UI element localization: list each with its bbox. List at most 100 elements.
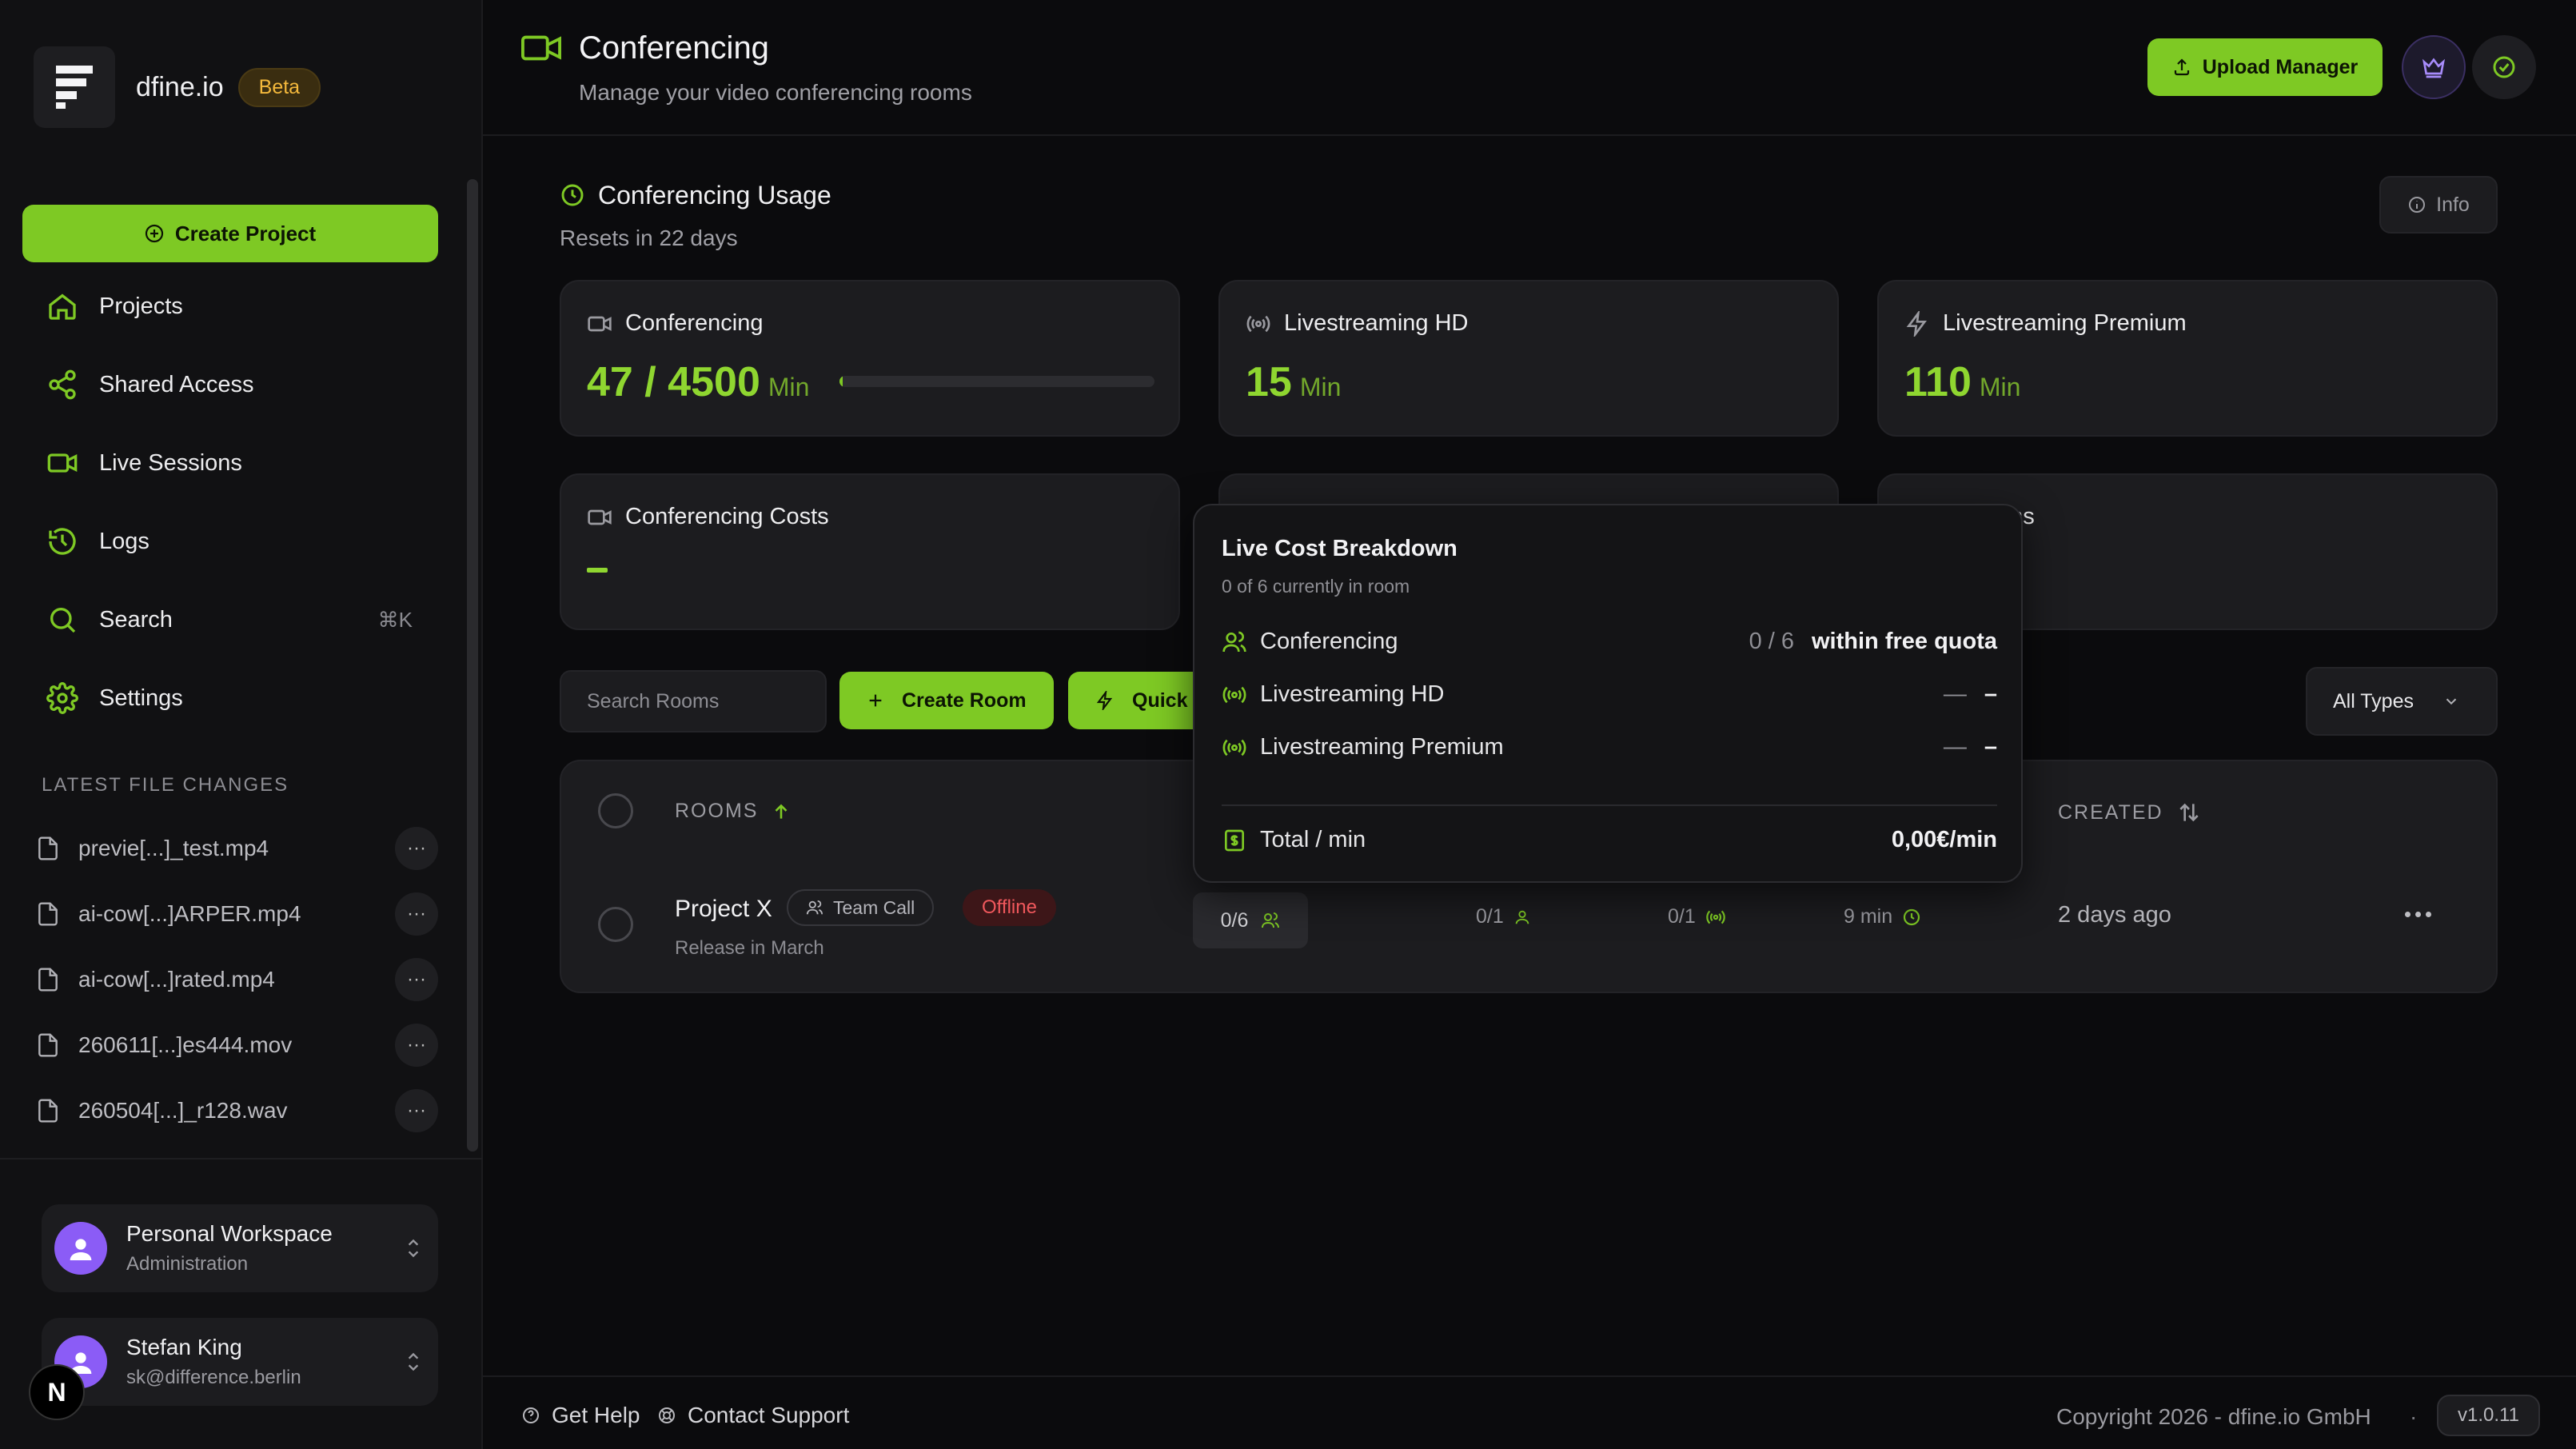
page-subtitle: Manage your video conferencing rooms: [579, 80, 972, 105]
info-label: Info: [2436, 193, 2470, 216]
workspace-switcher[interactable]: Personal Workspace Administration: [42, 1204, 438, 1292]
card-unit: Min: [1979, 373, 2021, 401]
contact-support-link[interactable]: Contact Support: [657, 1403, 849, 1428]
footer: Get Help Contact Support Copyright 2026 …: [483, 1375, 2576, 1449]
brand[interactable]: dfine.io Beta: [34, 46, 321, 128]
users-icon: [1222, 631, 1246, 652]
sidebar-scrollbar[interactable]: [467, 179, 478, 1152]
latest-file-changes-title: LATEST FILE CHANGES: [42, 774, 289, 796]
card-value-empty: [587, 568, 608, 573]
card-title: Conferencing: [625, 310, 764, 336]
status-check-button[interactable]: [2472, 35, 2536, 99]
check-circle-icon: [2493, 56, 2515, 78]
duration-cell: 9 min: [1844, 905, 1921, 928]
list-item[interactable]: 260504[...]_r128.wav ···: [35, 1078, 438, 1144]
home-icon: [49, 293, 76, 320]
list-item[interactable]: ai-cow[...]rated.mp4 ···: [35, 947, 438, 1012]
popover-subtitle: 0 of 6 currently in room: [1222, 576, 1410, 597]
status-badge: Offline: [963, 889, 1056, 926]
more-icon[interactable]: ···: [395, 827, 438, 870]
create-project-label: Create Project: [174, 221, 317, 245]
broadcast-icon: [1222, 686, 1246, 703]
cost-row-label: Livestreaming HD: [1260, 681, 1445, 707]
card-title: Livestreaming HD: [1284, 310, 1469, 336]
room-type-value: All Types: [2333, 689, 2414, 713]
receipt-icon: [1225, 829, 1244, 851]
room-name[interactable]: Project X: [675, 896, 772, 923]
file-icon: [38, 836, 58, 860]
column-header-created[interactable]: CREATED: [2058, 800, 2202, 825]
sidebar-item-label: Search: [99, 606, 173, 633]
sidebar-item-logs[interactable]: Logs: [22, 502, 438, 581]
sidebar-nav: Projects Shared Access Live Sessions Log…: [22, 267, 438, 737]
create-project-button[interactable]: Create Project: [22, 205, 438, 262]
chevron-down-icon: [2446, 698, 2457, 705]
footer-separator: ·: [2410, 1404, 2418, 1429]
sidebar: dfine.io Beta Create Project Projects Sh…: [0, 0, 483, 1449]
cost-row-livestreaming-premium: Livestreaming Premium — –: [1222, 734, 1997, 760]
brand-logo: [34, 46, 115, 128]
workspace-role: Administration: [126, 1253, 249, 1275]
row-more-icon[interactable]: [2405, 912, 2431, 917]
row-checkbox[interactable]: [598, 907, 633, 942]
chevron-up-down-icon: [408, 1352, 419, 1371]
quick-room-label: Quick: [1132, 689, 1188, 712]
card-title: Livestreaming Premium: [1943, 310, 2187, 336]
video-icon: [588, 316, 612, 331]
room-type-select[interactable]: All Types: [2306, 667, 2498, 736]
list-item[interactable]: previe[...]_test.mp4 ···: [35, 816, 438, 881]
select-all-checkbox[interactable]: [598, 793, 633, 828]
contact-support-label: Contact Support: [688, 1403, 850, 1427]
upload-icon: [2174, 58, 2189, 76]
popover-divider: [1222, 804, 1997, 806]
cost-row-value: –: [1984, 681, 1997, 707]
usage-subtitle: Resets in 22 days: [560, 226, 738, 250]
sidebar-item-settings[interactable]: Settings: [22, 659, 438, 737]
video-icon: [47, 453, 78, 473]
get-help-link[interactable]: Get Help: [521, 1403, 640, 1428]
column-header-label: ROOMS: [675, 800, 759, 822]
conferencing-value: 0/1: [1476, 905, 1504, 928]
cost-row-count: 0 / 6: [1749, 629, 1794, 654]
crown-button[interactable]: [2402, 35, 2466, 99]
search-rooms-input[interactable]: Search Rooms: [560, 670, 827, 732]
total-value: 0,00€/min: [1891, 827, 1997, 852]
info-button[interactable]: Info: [2379, 176, 2498, 234]
cost-row-count: —: [1943, 734, 1967, 760]
version-badge: v1.0.11: [2437, 1395, 2540, 1436]
list-item[interactable]: ai-cow[...]ARPER.mp4 ···: [35, 881, 438, 947]
sidebar-item-search[interactable]: Search ⌘K: [22, 581, 438, 659]
file-list: previe[...]_test.mp4 ··· ai-cow[...]ARPE…: [35, 816, 438, 1144]
list-item[interactable]: 260611[...]es444.mov ···: [35, 1012, 438, 1078]
next-dev-badge[interactable]: N: [29, 1364, 85, 1420]
user-switcher[interactable]: Stefan King sk@difference.berlin: [42, 1318, 438, 1406]
get-help-label: Get Help: [552, 1403, 640, 1427]
room-type-label: Team Call: [833, 896, 915, 918]
avatar: [54, 1222, 107, 1275]
file-name: ai-cow[...]ARPER.mp4: [78, 901, 301, 926]
more-icon[interactable]: ···: [395, 1024, 438, 1067]
sidebar-item-projects[interactable]: Projects: [22, 267, 438, 345]
user-email: sk@difference.berlin: [126, 1367, 301, 1388]
more-icon[interactable]: ···: [395, 1089, 438, 1132]
search-icon: [50, 608, 76, 633]
more-icon[interactable]: ···: [395, 958, 438, 1001]
card-title: Conferencing Costs: [625, 504, 829, 529]
file-name: previe[...]_test.mp4: [78, 836, 269, 860]
sidebar-item-label: Settings: [99, 685, 183, 711]
live-cost-popover: Live Cost Breakdown 0 of 6 currently in …: [1193, 504, 2023, 883]
history-icon: [49, 528, 76, 555]
sidebar-item-live-sessions[interactable]: Live Sessions: [22, 424, 438, 502]
capacity-pill[interactable]: 0/6: [1193, 892, 1308, 948]
users-icon: [1262, 912, 1280, 928]
upload-manager-button[interactable]: Upload Manager: [2147, 38, 2383, 96]
clock-icon: [1904, 908, 1920, 925]
sidebar-item-label: Shared Access: [99, 371, 254, 397]
column-header-rooms[interactable]: ROOMS: [675, 800, 792, 823]
sidebar-item-shared-access[interactable]: Shared Access: [22, 345, 438, 424]
quick-room-button[interactable]: Quick: [1068, 672, 1212, 729]
more-icon[interactable]: ···: [395, 892, 438, 936]
create-room-button[interactable]: Create Room: [839, 672, 1054, 729]
cost-row-livestreaming-hd: Livestreaming HD — –: [1222, 681, 1997, 708]
room-type-badge: Team Call: [787, 889, 935, 926]
